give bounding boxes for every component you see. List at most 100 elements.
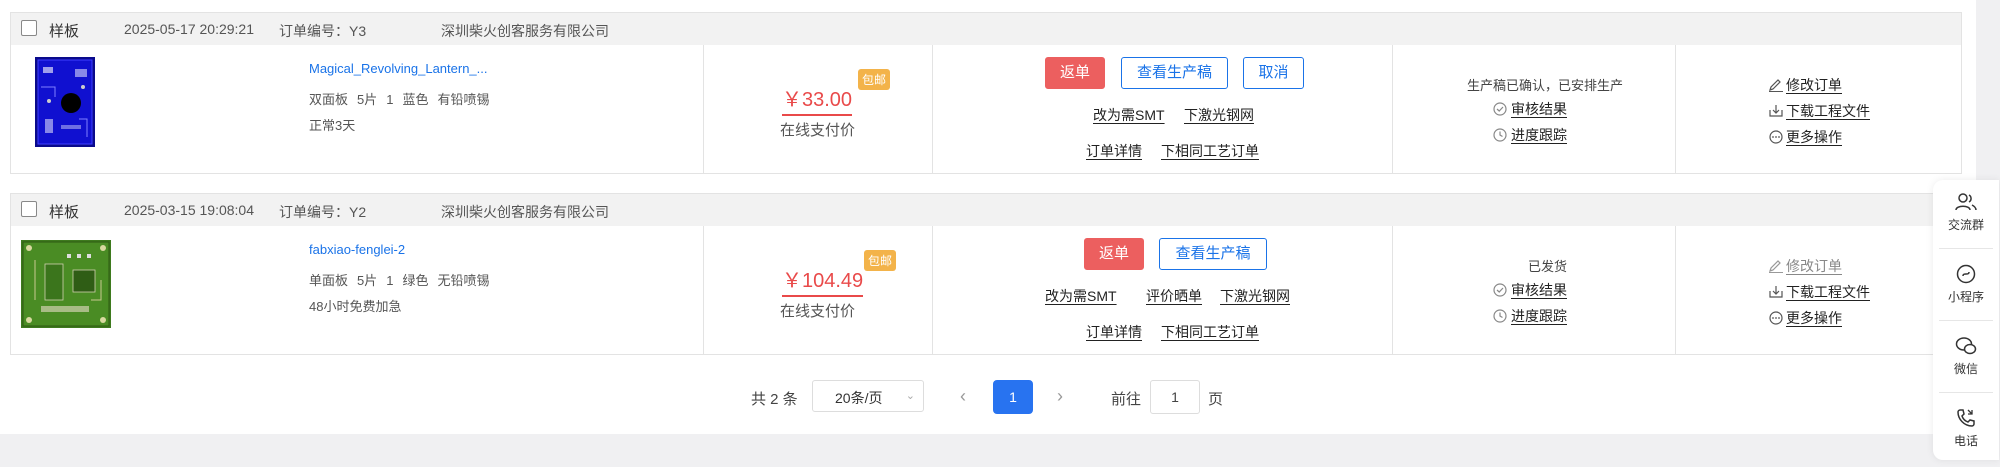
order-time: 2025-05-17 20:29:21	[124, 21, 254, 37]
order-status: 已发货	[1528, 259, 1568, 274]
clock-icon	[1493, 128, 1507, 142]
price-column: ￥33.00 包邮 在线支付价	[703, 45, 933, 173]
page-size-value: 20条/页	[835, 390, 883, 406]
download-files-link[interactable]: 下载工程文件	[1768, 101, 1870, 121]
spec-layers: 双面板	[309, 92, 349, 107]
order-body: Magical_Revolving_Lantern_... 双面板 5片 1 蓝色 有铅…	[11, 45, 1961, 173]
pagination: 共 2 条 20条/页 ⌄ ‹ 1 › 前往 1 页	[0, 378, 1976, 418]
more-actions-link[interactable]: 更多操作	[1768, 308, 1842, 328]
order-list-page: 样板 2025-05-17 20:29:21 订单编号：Y3 深圳柴火创客服务有…	[0, 0, 1976, 434]
phone-button[interactable]: 电话	[1933, 408, 1999, 449]
same-process-order-link[interactable]: 下相同工艺订单	[1161, 322, 1259, 342]
product-specs: 双面板 5片 1 蓝色 有铅喷锡	[309, 89, 499, 108]
phone-icon	[1957, 409, 1975, 427]
progress-tracking-link[interactable]: 进度跟踪	[1493, 306, 1567, 326]
action-column: 返单 查看生产稿 取消 改为需SMT 下激光钢网 订单详情 下相同工艺订单	[932, 45, 1393, 173]
pencil-icon	[1769, 79, 1783, 92]
pencil-icon	[1769, 260, 1783, 273]
order-company: 深圳柴火创客服务有限公司	[441, 204, 609, 220]
review-order-link[interactable]: 评价晒单	[1146, 286, 1202, 306]
order-checkbox[interactable]	[21, 201, 37, 217]
page-size-select[interactable]: 20条/页 ⌄	[812, 380, 924, 412]
spec-thickness: 1	[386, 273, 394, 288]
clock-icon	[1493, 309, 1507, 323]
order-stencil-link[interactable]: 下激光钢网	[1220, 286, 1290, 306]
operation-column: 修改订单 下载工程文件 更多操作	[1675, 226, 1962, 354]
price: ￥104.49	[782, 264, 864, 297]
wechat-button[interactable]: 微信	[1933, 336, 1999, 377]
page-number-current[interactable]: 1	[993, 380, 1033, 414]
spec-surface: 有铅喷锡	[437, 92, 490, 107]
order-header: 样板 2025-05-17 20:29:21 订单编号：Y3 深圳柴火创客服务有…	[11, 13, 1961, 45]
view-production-button[interactable]: 查看生产稿	[1159, 238, 1267, 270]
pcb-thumbnail[interactable]	[35, 57, 95, 152]
phone-label: 电话	[1953, 434, 1978, 448]
download-icon	[1769, 105, 1783, 117]
order-category: 样板	[49, 23, 80, 40]
review-result-link[interactable]: 审核结果	[1493, 99, 1567, 119]
page-suffix: 页	[1208, 391, 1224, 408]
order-status: 生产稿已确认，已安排生产	[1467, 78, 1624, 93]
more-actions-label: 更多操作	[1786, 310, 1842, 326]
order-checkbox[interactable]	[21, 20, 37, 36]
miniprogram-button[interactable]: 小程序	[1933, 264, 1999, 305]
progress-tracking-link[interactable]: 进度跟踪	[1493, 125, 1567, 145]
chevron-down-icon: ⌄	[905, 390, 915, 402]
free-shipping-badge: 包邮	[858, 69, 891, 90]
pagination-total: 共 2 条	[751, 391, 798, 408]
group-icon	[1955, 193, 1977, 211]
download-icon	[1769, 286, 1783, 298]
cancel-button[interactable]: 取消	[1243, 57, 1304, 89]
order-detail-link[interactable]: 订单详情	[1086, 141, 1142, 161]
wechat-icon	[1955, 337, 1977, 355]
spec-color: 绿色	[402, 273, 429, 288]
check-circle-icon	[1493, 102, 1507, 116]
order-detail-link[interactable]: 订单详情	[1086, 322, 1142, 342]
product-name[interactable]: fabxiao-fenglei-2	[309, 242, 405, 257]
operation-column: 修改订单 下载工程文件 更多操作	[1675, 45, 1962, 173]
spec-quantity: 5片	[357, 273, 378, 288]
status-column: 生产稿已确认，已安排生产 审核结果 进度跟踪	[1392, 45, 1676, 173]
view-production-button[interactable]: 查看生产稿	[1121, 57, 1228, 89]
download-files-label: 下载工程文件	[1786, 284, 1870, 300]
reorder-button[interactable]: 返单	[1045, 57, 1105, 89]
spec-quantity: 5片	[357, 92, 378, 107]
edit-order-label: 修改订单	[1786, 258, 1842, 274]
change-smt-link[interactable]: 改为需SMT	[1045, 286, 1117, 306]
floating-sidebar: 交流群 小程序 微信 电话	[1933, 180, 1999, 460]
price-label: 在线支付价	[780, 303, 856, 320]
review-result-label: 审核结果	[1511, 282, 1567, 298]
download-files-label: 下载工程文件	[1786, 103, 1870, 119]
more-dots-icon	[1769, 311, 1783, 325]
action-column: 返单 查看生产稿 改为需SMT 评价晒单 下激光钢网 订单详情 下相同工艺订单	[932, 226, 1393, 354]
change-smt-link[interactable]: 改为需SMT	[1093, 105, 1165, 125]
miniprogram-icon	[1956, 264, 1976, 284]
goto-label: 前往	[1111, 391, 1142, 408]
product-name[interactable]: Magical_Revolving_Lantern_...	[309, 61, 488, 76]
edit-order-link[interactable]: 修改订单	[1768, 75, 1842, 95]
edit-order-link[interactable]: 修改订单	[1768, 256, 1842, 276]
goto-page-input[interactable]: 1	[1150, 380, 1200, 414]
wechat-label: 微信	[1953, 362, 1978, 376]
order-body: fabxiao-fenglei-2 单面板 5片 1 绿色 无铅喷锡 48小时免费加急 …	[11, 226, 1961, 354]
miniprogram-label: 小程序	[1947, 290, 1984, 304]
next-page-icon[interactable]: ›	[1057, 386, 1063, 407]
order-card: 样板 2025-03-15 19:08:04 订单编号：Y2 深圳柴火创客服务有…	[10, 193, 1962, 355]
review-result-link[interactable]: 审核结果	[1493, 280, 1567, 300]
reorder-button[interactable]: 返单	[1084, 238, 1144, 270]
same-process-order-link[interactable]: 下相同工艺订单	[1161, 141, 1259, 161]
pcb-thumbnail[interactable]	[21, 240, 111, 333]
order-card: 样板 2025-05-17 20:29:21 订单编号：Y3 深圳柴火创客服务有…	[10, 12, 1962, 174]
prev-page-icon[interactable]: ‹	[960, 386, 966, 407]
order-number: 订单编号：Y3	[279, 23, 367, 39]
group-chat-button[interactable]: 交流群	[1933, 192, 1999, 233]
more-actions-link[interactable]: 更多操作	[1768, 127, 1842, 147]
order-company: 深圳柴火创客服务有限公司	[441, 23, 609, 39]
spec-layers: 单面板	[309, 273, 349, 288]
status-column: 已发货 审核结果 进度跟踪	[1392, 226, 1676, 354]
spec-thickness: 1	[386, 92, 394, 107]
delivery-time: 正常3天	[309, 118, 356, 133]
order-stencil-link[interactable]: 下激光钢网	[1184, 105, 1254, 125]
download-files-link[interactable]: 下载工程文件	[1768, 282, 1870, 302]
review-result-label: 审核结果	[1511, 101, 1567, 117]
